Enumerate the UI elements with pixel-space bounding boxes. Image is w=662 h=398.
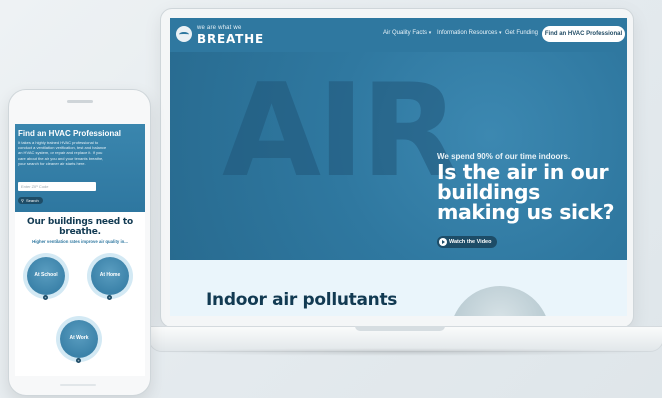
nav-air-quality-facts[interactable]: Air Quality Facts ▾ xyxy=(383,30,431,36)
card-label: At Home xyxy=(99,272,121,278)
search-icon: ⚲ xyxy=(21,198,24,203)
watch-video-button[interactable]: Watch the Video xyxy=(437,236,497,248)
card-at-home[interactable]: At Home + xyxy=(91,257,129,300)
section-title: Indoor air pollutants xyxy=(206,290,398,310)
phone-hero-title: Find an HVAC Professional xyxy=(18,129,121,138)
laptop-screen: we are what we BREATHE Air Quality Facts… xyxy=(170,18,627,316)
chevron-down-icon: ▾ xyxy=(428,30,432,36)
card-at-work[interactable]: At Work + xyxy=(60,320,98,363)
logo-wordmark[interactable]: BREATHE xyxy=(197,32,264,46)
hero-background-word: AIR xyxy=(222,57,459,206)
nav-information-resources[interactable]: Information Resources ▾ xyxy=(437,30,502,36)
pollutants-section: Indoor air pollutants xyxy=(170,260,627,316)
plus-icon: + xyxy=(107,295,112,300)
laptop-shadow xyxy=(150,348,660,356)
nav-get-funding[interactable]: Get Funding xyxy=(505,30,538,36)
section-photo xyxy=(450,286,550,316)
play-icon xyxy=(439,238,447,246)
phone-hero-body: It takes a highly trained HVAC professio… xyxy=(18,140,107,166)
zip-code-input[interactable]: Enter ZIP Code xyxy=(18,182,96,191)
card-label: At Work xyxy=(69,335,89,341)
nav-item-label: Get Funding xyxy=(505,30,539,36)
phone-hero: Find an HVAC Professional It takes a hig… xyxy=(15,124,145,212)
card-label: At School xyxy=(34,272,58,278)
phone-speaker xyxy=(67,100,93,103)
logo-icon[interactable] xyxy=(176,26,192,42)
chevron-down-icon: ▾ xyxy=(499,30,502,36)
watch-video-label: Watch the Video xyxy=(449,239,492,245)
hero-headline: Is the air in our buildings making us si… xyxy=(437,160,615,224)
hero-section: AIR We spend 90% of our time indoors. Is… xyxy=(170,52,627,260)
phone-home-indicator xyxy=(60,384,96,386)
search-button[interactable]: ⚲ Search xyxy=(18,197,43,204)
plus-icon: + xyxy=(43,295,48,300)
plus-icon: + xyxy=(76,358,81,363)
phone-screen: Find an HVAC Professional It takes a hig… xyxy=(15,124,145,376)
nav-item-label: Information Resources xyxy=(437,30,498,36)
find-hvac-professional-button[interactable]: Find an HVAC Professional xyxy=(542,26,625,42)
card-at-school[interactable]: At School + xyxy=(27,257,65,300)
phone-subheading: Higher ventilation rates improve air qua… xyxy=(32,239,128,244)
search-button-label: Search xyxy=(26,198,39,203)
laptop-notch xyxy=(355,326,445,331)
logo-tagline[interactable]: we are what we xyxy=(197,25,242,31)
nav-item-label: Air Quality Facts xyxy=(383,30,428,36)
site-header: we are what we BREATHE Air Quality Facts… xyxy=(170,18,627,52)
phone-heading: Our buildings need to breathe. xyxy=(27,217,133,237)
